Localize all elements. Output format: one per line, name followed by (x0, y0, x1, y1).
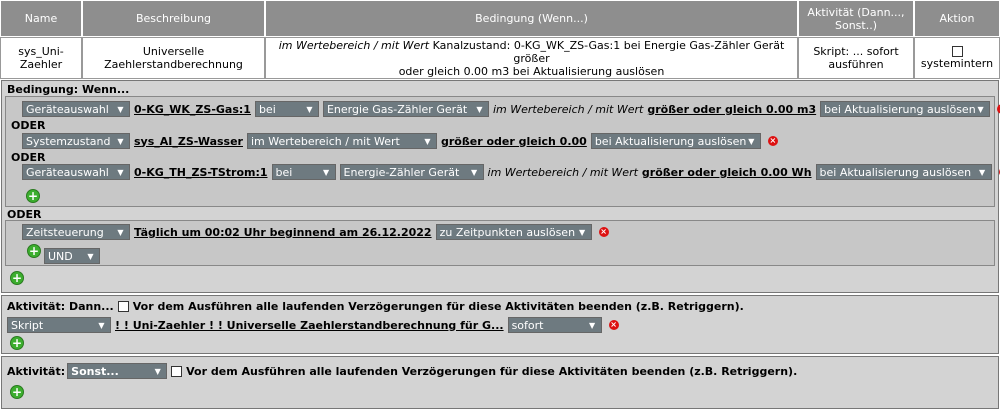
condition-2-type-select[interactable]: Systemzustand ▼ (22, 133, 130, 149)
chevron-down-icon: ▼ (470, 167, 478, 177)
time-trigger-select[interactable]: zu Zeitpunkten auslösen ▼ (435, 224, 592, 240)
delete-icon[interactable]: × (608, 320, 619, 330)
retrigger-checkbox[interactable] (117, 301, 129, 312)
condition-2-value-link[interactable]: größer oder gleich 0.00 (441, 135, 587, 148)
program-row: sys_Uni- Zaehler Universelle Zaehlerstandb… (0, 37, 1000, 79)
condition-1-trigger-select[interactable]: bei Aktualisierung auslösen ▼ (820, 101, 991, 117)
condition-1-range-text: im Wertebereich / mit Wert (492, 102, 644, 116)
condition-1-at-select[interactable]: bei ▼ (254, 101, 319, 117)
add-else-activity-icon[interactable]: + (10, 385, 24, 399)
chevron-down-icon: ▼ (117, 104, 124, 114)
condition-3-at-select[interactable]: bei ▼ (271, 164, 336, 180)
delete-icon[interactable]: × (767, 136, 778, 146)
add-condition-group-icon[interactable]: + (10, 271, 24, 285)
systemintern-label: systemintern (920, 57, 994, 70)
col-cond-header: Bedingung (Wenn...) (265, 0, 798, 37)
and-select[interactable]: UND ▼ (44, 248, 100, 264)
or-label: ODER (11, 119, 46, 132)
condition-3-device-select[interactable]: Energie-Zähler Gerät ▼ (339, 164, 484, 180)
script-link[interactable]: ! ! Uni-Zaehler ! ! Universelle Zaehlers… (115, 319, 504, 332)
else-retrigger-text: Vor dem Ausführen alle laufenden Verzöge… (186, 364, 798, 378)
or-label: ODER (11, 151, 46, 164)
chevron-down-icon: ▼ (978, 167, 986, 177)
program-description: Universelle Zaehlerstandberechnung (82, 37, 265, 79)
chevron-down-icon: ▼ (977, 104, 984, 114)
chevron-down-icon: ▼ (424, 136, 431, 146)
else-retrigger-checkbox[interactable] (171, 365, 183, 377)
program-name: sys_Uni- Zaehler (0, 37, 82, 79)
chevron-down-icon: ▼ (117, 167, 124, 177)
chevron-down-icon: ▼ (154, 366, 161, 376)
condition-3-channel-link[interactable]: 0-KG_TH_ZS-TStrom:1 (134, 166, 268, 179)
condition-2-trigger-select[interactable]: bei Aktualisierung auslösen ▼ (590, 133, 761, 149)
condition-line-1: Geräteauswahl ▼ 0-KG_WK_ZS-Gas:1 bei ▼ Ene… (22, 101, 1000, 117)
activity-then-label: Aktivität: Dann... (7, 300, 114, 313)
add-condition-icon[interactable]: + (26, 189, 40, 203)
activity-then-panel: Aktivität: Dann... Vor dem Ausführen all… (1, 295, 999, 354)
time-condition-line: Zeitsteuerung ▼ Täglich um 00:02 Uhr begi… (22, 224, 609, 240)
condition-1-type-select[interactable]: Geräteauswahl ▼ (22, 101, 130, 117)
program-condition-summary: im Wertebereich / mit Wert Kanalzustand:… (265, 37, 798, 79)
condition-2-channel-link[interactable]: sys_AI_ZS-Wasser (134, 135, 243, 148)
condition-title: Bedingung: Wenn... (7, 83, 130, 96)
condition-3-value-link[interactable]: größer oder gleich 0.00 Wh (642, 166, 812, 179)
condition-1-value-link[interactable]: größer oder gleich 0.00 m3 (647, 103, 816, 116)
col-action-header: Aktion (914, 0, 1000, 37)
chevron-down-icon: ▼ (98, 320, 105, 330)
chevron-down-icon: ▼ (87, 251, 94, 261)
condition-line-2: Systemzustand ▼ sys_AI_ZS-Wasser im Werte… (22, 133, 778, 149)
condition-1-channel-link[interactable]: 0-KG_WK_ZS-Gas:1 (134, 103, 251, 116)
chevron-down-icon: ▼ (589, 320, 596, 330)
condition-3-range-text: im Wertebereich / mit Wert (487, 165, 638, 179)
activity-then-header: Aktivität: Dann... Vor dem Ausführen all… (7, 300, 744, 313)
delete-icon[interactable]: × (598, 227, 609, 237)
condition-line-3: Geräteauswahl ▼ 0-KG_TH_ZS-TStrom:1 bei ▼ … (22, 164, 1000, 180)
add-subcondition-icon[interactable]: + (27, 244, 41, 258)
add-activity-icon[interactable]: + (10, 336, 24, 350)
activity-type-select[interactable]: Skript ▼ (7, 317, 111, 333)
activity-then-line: Skript ▼ ! ! Uni-Zaehler ! ! Universelle … (7, 317, 619, 333)
chevron-down-icon: ▼ (117, 227, 124, 237)
condition-1-device-select[interactable]: Energie Gas-Zähler Gerät ▼ (322, 101, 489, 117)
chevron-down-icon: ▼ (579, 227, 586, 237)
condition-3-trigger-select[interactable]: bei Aktualisierung auslösen ▼ (815, 164, 992, 180)
chevron-down-icon: ▼ (476, 104, 483, 114)
chevron-down-icon: ▼ (117, 136, 124, 146)
col-desc-header: Beschreibung (82, 0, 265, 37)
activity-timing-select[interactable]: sofort ▼ (507, 317, 602, 333)
condition-panel: Bedingung: Wenn... Geräteauswahl ▼ 0-KG_W… (1, 80, 1000, 293)
else-select[interactable]: Sonst... ▼ (67, 363, 168, 379)
activity-else-header: Aktivität: Sonst... ▼ Vor dem Ausführen a… (7, 363, 797, 379)
condition-group-2: Zeitsteuerung ▼ Täglich um 00:02 Uhr begi… (5, 220, 995, 266)
activity-else-panel: Aktivität: Sonst... ▼ Vor dem Ausführen a… (1, 356, 999, 409)
chevron-down-icon: ▼ (306, 104, 313, 114)
systemintern-checkbox[interactable] (951, 46, 963, 57)
time-schedule-link[interactable]: Täglich um 00:02 Uhr beginnend am 26.12.… (134, 226, 432, 239)
condition-3-type-select[interactable]: Geräteauswahl ▼ (22, 164, 130, 180)
condition-2-range-select[interactable]: im Wertebereich / mit Wert ▼ (247, 133, 437, 149)
retrigger-text: Vor dem Ausführen alle laufenden Verzöge… (132, 300, 744, 313)
program-action: systemintern (914, 37, 1000, 79)
table-header: Name Beschreibung Bedingung (Wenn...) Ak… (0, 0, 1000, 37)
col-name-header: Name (0, 0, 82, 37)
activity-else-label: Aktivität: (7, 364, 66, 378)
col-activity-header: Aktivität (Dann..., Sonst..) (798, 0, 914, 37)
program-activity-summary: Skript: ... sofort ausführen (798, 37, 914, 79)
time-type-select[interactable]: Zeitsteuerung ▼ (22, 224, 130, 240)
chevron-down-icon: ▼ (748, 136, 755, 146)
chevron-down-icon: ▼ (322, 167, 330, 177)
condition-group-1: Geräteauswahl ▼ 0-KG_WK_ZS-Gas:1 bei ▼ Ene… (5, 96, 1000, 207)
